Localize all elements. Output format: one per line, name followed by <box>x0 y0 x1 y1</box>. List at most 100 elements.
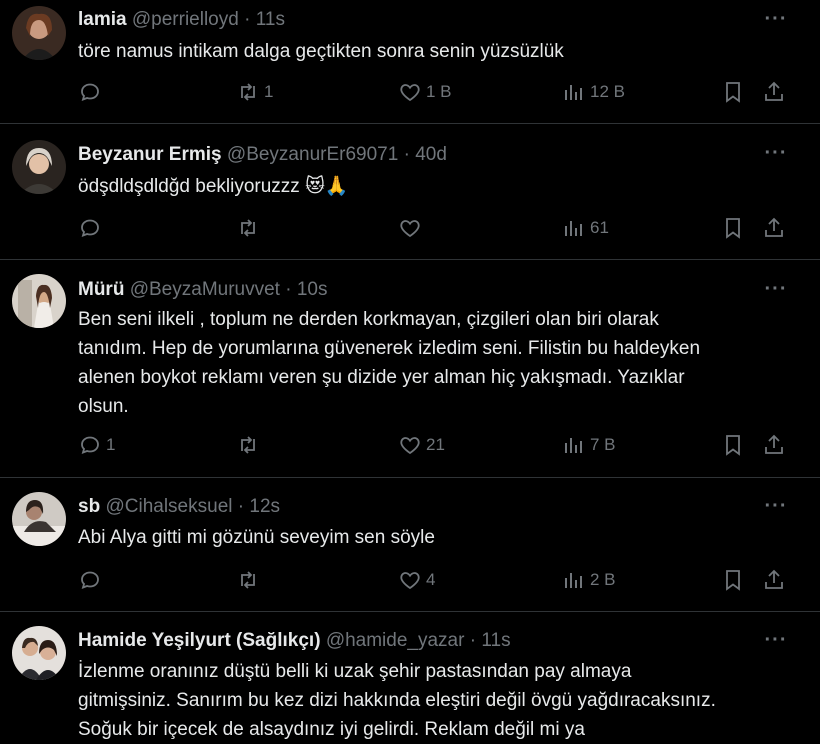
more-options-icon[interactable]: ··· <box>762 496 790 523</box>
share-button[interactable] <box>762 213 786 243</box>
avatar[interactable] <box>12 492 66 546</box>
more-options-icon[interactable]: ··· <box>762 279 790 306</box>
tweet[interactable]: Mürü @BeyzaMuruvvet · 10s ··· Ben seni i… <box>0 260 820 478</box>
reply-icon <box>81 571 99 589</box>
view-count: 7 B <box>590 435 616 454</box>
tweet-text: Abi Alya gitti mi gözünü seveyim sen söy… <box>78 527 435 548</box>
more-options-icon[interactable]: ··· <box>762 143 790 170</box>
retweet-button[interactable] <box>236 213 264 243</box>
views-button[interactable]: 12 B <box>562 77 625 107</box>
like-icon <box>400 572 420 590</box>
views-icon <box>565 221 582 236</box>
like-icon <box>400 84 420 102</box>
display-name[interactable]: sb <box>78 496 100 517</box>
user-handle[interactable]: @Cihalseksuel <box>105 496 232 517</box>
reply-count: 1 <box>106 435 116 454</box>
bookmark-button[interactable] <box>721 77 745 107</box>
retweet-button[interactable] <box>236 430 264 460</box>
avatar[interactable] <box>12 140 66 194</box>
tweet[interactable]: sb @Cihalseksuel · 12s ··· Abi Alya gitt… <box>0 478 820 612</box>
timestamp[interactable]: 11s <box>256 9 285 30</box>
tweet-actions: 61 <box>0 213 820 243</box>
tweet-text: İzlenme oranınız düştü belli ki uzak şeh… <box>78 661 716 740</box>
views-icon <box>565 573 582 588</box>
display-name[interactable]: Beyzanur Ermiş <box>78 144 222 165</box>
retweet-icon <box>241 436 255 454</box>
views-button[interactable]: 61 <box>562 213 609 243</box>
display-name[interactable]: Hamide Yeşilyurt (Sağlıkçı) <box>78 630 321 651</box>
views-button[interactable]: 2 B <box>562 565 616 595</box>
tweet[interactable]: Beyzanur Ermiş @BeyzanurEr69071 · 40d ··… <box>0 124 820 260</box>
like-count: 1 B <box>426 82 452 101</box>
separator-dot: · <box>237 496 245 517</box>
view-count: 2 B <box>590 570 616 589</box>
share-icon <box>765 434 783 454</box>
share-icon <box>765 81 783 101</box>
timestamp[interactable]: 11s <box>481 630 510 651</box>
avatar[interactable] <box>12 6 66 60</box>
tweet-text: ödşdldşdldğd bekliyoruzzz 😻🙏 <box>78 176 349 197</box>
views-icon <box>565 438 582 453</box>
bookmark-button[interactable] <box>721 213 745 243</box>
reply-button[interactable] <box>78 213 106 243</box>
retweet-icon <box>241 83 255 101</box>
like-count: 4 <box>426 570 436 589</box>
separator-dot: · <box>403 144 410 165</box>
share-button[interactable] <box>762 565 786 595</box>
avatar[interactable] <box>12 626 66 680</box>
share-icon <box>765 217 783 237</box>
bookmark-button[interactable] <box>721 565 745 595</box>
tweet-feed: lamia @perrielloyd · 11s ··· töre namus … <box>0 0 820 744</box>
retweet-button[interactable] <box>236 565 264 595</box>
user-handle[interactable]: @hamide_yazar <box>326 630 465 651</box>
tweet-actions: 1 1 B 12 B <box>0 77 820 107</box>
retweet-icon <box>241 219 255 237</box>
display-name[interactable]: Mürü <box>78 279 124 300</box>
more-options-icon[interactable]: ··· <box>762 630 790 657</box>
like-icon <box>400 437 420 455</box>
tweet-text: töre namus intikam dalga geçtikten sonra… <box>78 41 564 62</box>
reply-icon <box>81 436 99 454</box>
retweet-button[interactable]: 1 <box>236 77 273 107</box>
tweet-actions: 4 2 B <box>0 565 820 595</box>
views-button[interactable]: 7 B <box>562 430 616 460</box>
reply-icon <box>81 219 99 237</box>
share-button[interactable] <box>762 77 786 107</box>
like-button[interactable]: 1 B <box>398 77 452 107</box>
tweet[interactable]: Hamide Yeşilyurt (Sağlıkçı) @hamide_yaza… <box>0 612 820 744</box>
reply-button[interactable] <box>78 565 106 595</box>
like-icon <box>400 220 420 238</box>
view-count: 61 <box>590 218 609 237</box>
tweet-actions: 1 21 7 B <box>0 430 820 460</box>
reply-icon <box>81 83 99 101</box>
separator-dot: · <box>244 9 251 30</box>
user-handle[interactable]: @perrielloyd <box>132 9 239 30</box>
reply-button[interactable]: 1 <box>78 430 115 460</box>
view-count: 12 B <box>590 82 625 101</box>
like-count: 21 <box>426 435 445 454</box>
bookmark-icon <box>726 82 740 103</box>
display-name[interactable]: lamia <box>78 9 127 30</box>
bookmark-icon <box>726 218 740 239</box>
timestamp[interactable]: 12s <box>249 496 280 517</box>
bookmark-icon <box>726 435 740 456</box>
timestamp[interactable]: 40d <box>415 144 447 165</box>
like-button[interactable] <box>398 213 426 243</box>
more-options-icon[interactable]: ··· <box>762 9 790 36</box>
like-button[interactable]: 4 <box>398 565 435 595</box>
separator-dot: · <box>469 630 477 651</box>
user-handle[interactable]: @BeyzanurEr69071 <box>227 144 398 165</box>
share-button[interactable] <box>762 430 786 460</box>
separator-dot: · <box>285 279 292 300</box>
reply-button[interactable] <box>78 77 106 107</box>
tweet[interactable]: lamia @perrielloyd · 11s ··· töre namus … <box>0 0 820 124</box>
timestamp[interactable]: 10s <box>297 279 328 300</box>
views-icon <box>565 85 582 100</box>
bookmark-button[interactable] <box>721 430 745 460</box>
retweet-count: 1 <box>264 82 274 101</box>
like-button[interactable]: 21 <box>398 430 445 460</box>
retweet-icon <box>241 571 255 589</box>
user-handle[interactable]: @BeyzaMuruvvet <box>130 279 280 300</box>
avatar[interactable] <box>12 274 66 328</box>
share-icon <box>765 569 783 589</box>
